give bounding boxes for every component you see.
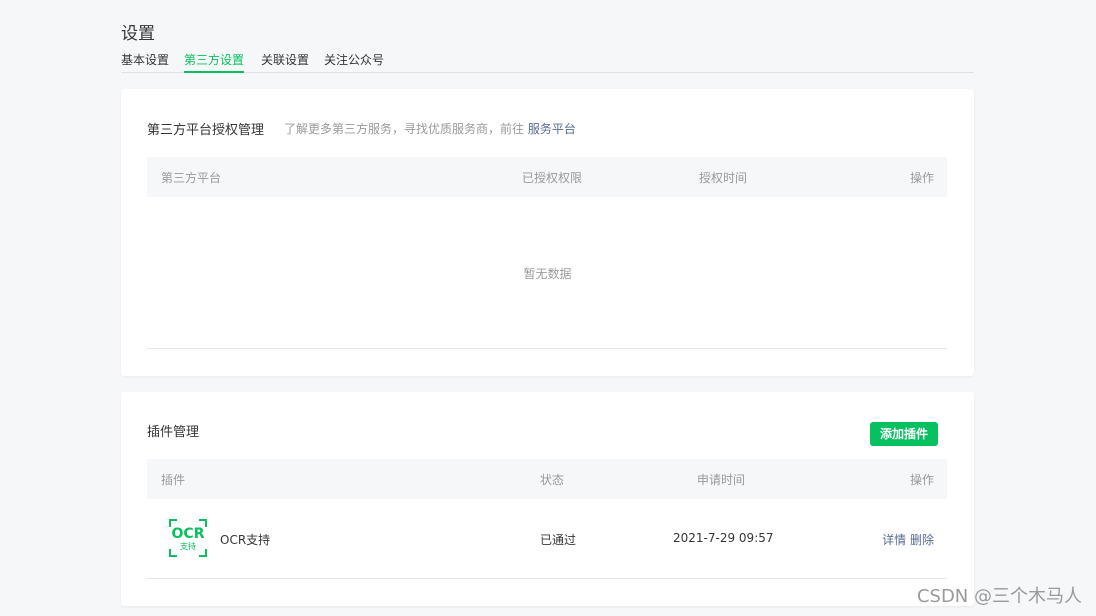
tab-third-party[interactable]: 第三方设置	[184, 52, 245, 73]
plugin-management-card: 插件管理 添加插件 插件 状态 申请时间 操作 OCR 支持 OCR支持 已通过…	[121, 392, 974, 606]
tab-linked[interactable]: 关联设置	[261, 52, 309, 68]
column-header: 授权时间	[699, 171, 748, 185]
add-plugin-button[interactable]: 添加插件	[869, 422, 938, 446]
page-title: 设置	[121, 24, 155, 44]
column-header: 插件	[161, 473, 186, 487]
watermark: CSDN @三个木马人	[916, 586, 1082, 607]
ocr-logo-text: OCR	[172, 526, 205, 542]
table-header: 插件 状态 申请时间 操作	[147, 459, 947, 499]
table-header: 第三方平台 已授权权限 授权时间 操作	[147, 157, 947, 197]
column-header: 第三方平台	[161, 171, 222, 185]
details-link[interactable]: 详情	[882, 533, 906, 547]
delete-link[interactable]: 删除	[910, 533, 934, 547]
third-party-auth-card: 第三方平台授权管理 了解更多第三方服务，寻找优质服务商，前往 服务平台 第三方平…	[121, 89, 974, 376]
ocr-logo-subtext: 支持	[180, 541, 196, 551]
section-description: 了解更多第三方服务，寻找优质服务商，前往 服务平台	[284, 120, 576, 137]
column-header: 已授权权限	[522, 171, 583, 185]
row-actions: 详情 删除	[882, 531, 934, 548]
service-platform-link[interactable]: 服务平台	[528, 122, 576, 136]
tab-basic[interactable]: 基本设置	[121, 52, 169, 68]
plugin-name: OCR支持	[220, 533, 271, 547]
column-header: 申请时间	[697, 473, 746, 487]
plugin-status: 已通过	[540, 533, 577, 547]
ocr-logo-icon: OCR 支持	[169, 519, 207, 557]
tab-follow-account[interactable]: 关注公众号	[324, 52, 384, 68]
column-header: 状态	[540, 473, 565, 487]
section-title: 插件管理	[147, 425, 200, 440]
plugin-apply-time: 2021-7-29 09:57	[673, 531, 774, 545]
description-text: 了解更多第三方服务，寻找优质服务商，前往	[284, 122, 528, 136]
column-header: 操作	[909, 171, 934, 185]
settings-tabs: 基本设置 第三方设置 关联设置 关注公众号	[121, 52, 974, 73]
column-header: 操作	[909, 473, 934, 487]
divider	[147, 348, 947, 349]
empty-state: 暂无数据	[523, 267, 572, 281]
section-title: 第三方平台授权管理	[147, 123, 265, 138]
divider	[147, 578, 947, 579]
